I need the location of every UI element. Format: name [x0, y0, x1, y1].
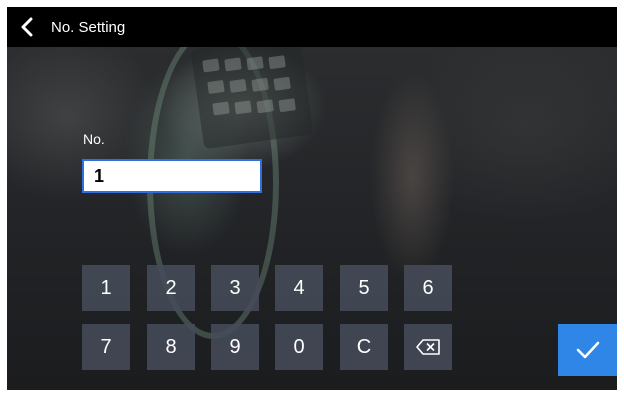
- key-0[interactable]: 0: [275, 324, 323, 370]
- back-button[interactable]: [7, 7, 47, 47]
- number-label: No.: [83, 131, 105, 147]
- confirm-button[interactable]: [558, 324, 617, 376]
- screen: No. Setting No. 1 1 2 3 4 5 6 7 8 9 0 C: [7, 7, 617, 390]
- key-2[interactable]: 2: [147, 265, 195, 311]
- key-4[interactable]: 4: [275, 265, 323, 311]
- chevron-left-icon: [21, 17, 33, 37]
- key-8[interactable]: 8: [147, 324, 195, 370]
- key-1[interactable]: 1: [82, 265, 130, 311]
- background-decoration: [190, 34, 314, 150]
- key-9[interactable]: 9: [211, 324, 259, 370]
- backspace-icon: [416, 339, 440, 355]
- key-clear[interactable]: C: [340, 324, 388, 370]
- key-6[interactable]: 6: [404, 265, 452, 311]
- key-5[interactable]: 5: [340, 265, 388, 311]
- key-3[interactable]: 3: [211, 265, 259, 311]
- page-title: No. Setting: [51, 18, 126, 36]
- number-input[interactable]: 1: [82, 159, 262, 193]
- header-bar: No. Setting: [7, 7, 617, 47]
- key-7[interactable]: 7: [82, 324, 130, 370]
- backspace-button[interactable]: [404, 324, 452, 370]
- checkmark-icon: [576, 341, 599, 359]
